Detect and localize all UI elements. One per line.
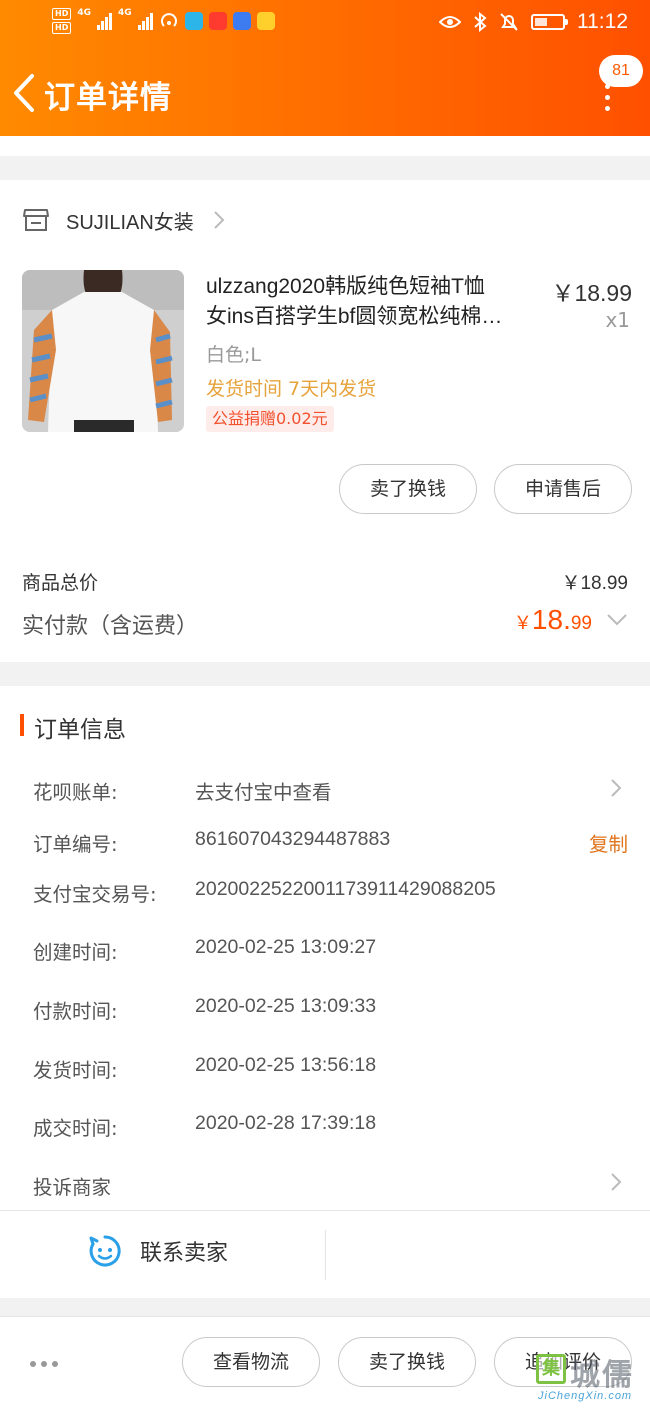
game-app-icon [256, 12, 275, 30]
top-strip [0, 136, 650, 156]
product-title-line2: 女ins百搭学生bf圆领宽松纯棉… [206, 305, 503, 328]
watermark-text: 城儒 [570, 1358, 634, 1393]
shipping-time: 发货时间 7天内发货 [206, 378, 377, 400]
chevron-right-icon[interactable] [610, 1172, 622, 1192]
order-number-value: 861607043294487883 [195, 828, 391, 850]
contact-seller-label: 联系卖家 [140, 1241, 229, 1266]
goods-total-label: 商品总价 [22, 572, 99, 594]
huabei-bill-value[interactable]: 去支付宝中查看 [195, 776, 332, 805]
paid-currency: ￥ [513, 613, 532, 633]
watermark: 集 城儒 JiChengXin.com [530, 1350, 650, 1408]
sell-for-cash-button[interactable]: 卖了换钱 [339, 464, 477, 514]
app-header: HD HD 4G 4G 11:12 订单详情 81 [0, 0, 650, 136]
more-actions-icon[interactable] [30, 1361, 58, 1367]
back-icon[interactable] [10, 72, 40, 114]
chevron-down-icon[interactable] [606, 612, 628, 628]
product-image[interactable] [22, 270, 184, 432]
product-title[interactable]: ulzzang2020韩版纯色短袖T恤 女ins百搭学生bf圆领宽松纯棉… [206, 272, 536, 332]
product-sku: 白色;L [206, 344, 261, 366]
huabei-bill-label: 花呗账单: [33, 781, 118, 804]
paid-decimal: 99 [570, 613, 592, 634]
alipay-trade-value: 2020022522001173911429088205 [195, 878, 496, 900]
complaint-link[interactable]: 投诉商家 [33, 1171, 111, 1200]
paid-time-value: 2020-02-25 13:09:33 [195, 995, 377, 1017]
shop-name[interactable]: SUJILIAN女装 [66, 206, 194, 235]
after-sale-button[interactable]: 申请售后 [494, 464, 632, 514]
chevron-right-icon[interactable] [610, 778, 622, 798]
order-number-label: 订单编号: [33, 833, 118, 856]
product-quantity: x1 [605, 308, 630, 332]
shop-header[interactable]: SUJILIAN女装 [22, 204, 226, 236]
shop-icon [23, 209, 49, 231]
hotspot-icon [160, 13, 177, 27]
hd-icon: HD [52, 22, 72, 34]
section-accent-bar [20, 714, 24, 736]
signal-icon-2 [137, 12, 153, 30]
view-logistics-button[interactable]: 查看物流 [182, 1337, 320, 1387]
completed-time-value: 2020-02-28 17:39:18 [195, 1112, 377, 1134]
video-app-icon [184, 12, 203, 30]
shipped-time-value: 2020-02-25 13:56:18 [195, 1054, 377, 1076]
hd-icon: HD [52, 8, 72, 20]
product-title-line1: ulzzang2020韩版纯色短袖T恤 [206, 275, 485, 298]
order-info-card: 订单信息 花呗账单: 去支付宝中查看 订单编号: 861607043294487… [0, 686, 650, 1298]
paid-time-label: 付款时间: [33, 1000, 118, 1023]
network-type-2: 4G [118, 8, 132, 18]
paid-amount-label: 实付款（含运费） [22, 614, 199, 639]
order-item-card: SUJILIAN女装 ulzzang2020韩版纯色短袖T恤 女ins百搭学生b… [0, 180, 650, 662]
status-left: HD HD 4G 4G [52, 8, 275, 34]
created-time-label: 创建时间: [33, 941, 118, 964]
completed-time-label: 成交时间: [33, 1117, 118, 1140]
goods-total-value: ￥18.99 [561, 573, 628, 594]
copy-button[interactable]: 复制 [589, 828, 628, 857]
status-bar: HD HD 4G 4G 11:12 [0, 0, 650, 48]
music-app-icon [232, 12, 251, 30]
network-type: 4G [77, 8, 91, 18]
sell-for-cash-button-bottom[interactable]: 卖了换钱 [338, 1337, 476, 1387]
watermark-logo: 集 [536, 1354, 566, 1384]
notification-badge[interactable]: 81 [599, 55, 643, 87]
signal-icon [97, 12, 112, 30]
clock: 11:12 [577, 10, 628, 33]
product-price: ￥18.99 [551, 280, 632, 306]
chevron-right-icon [214, 211, 225, 229]
eye-icon [439, 16, 461, 28]
status-right: 11:12 [439, 10, 628, 34]
vertical-divider [325, 1230, 326, 1280]
bluetooth-icon [474, 12, 487, 32]
contact-seller-button[interactable]: 联系卖家 [88, 1234, 228, 1268]
created-time-value: 2020-02-25 13:09:27 [195, 936, 377, 958]
charity-badge: 公益捐赠0.02元 [206, 406, 334, 432]
page-title: 订单详情 [44, 80, 172, 116]
alipay-trade-label: 支付宝交易号: [33, 883, 157, 906]
divider [0, 1210, 650, 1211]
mute-bell-icon [500, 13, 518, 31]
more-menu-icon[interactable] [596, 84, 618, 114]
watermark-url: JiChengXin.com [538, 1390, 633, 1402]
battery-icon [531, 14, 568, 30]
shipped-time-label: 发货时间: [33, 1059, 118, 1082]
chat-face-icon [89, 1235, 121, 1267]
section-title: 订单信息 [34, 717, 126, 743]
paid-integer: 18. [531, 604, 571, 635]
paid-amount-value: ￥18.99 [514, 604, 592, 636]
hd-indicators: HD HD [52, 8, 72, 34]
play-app-icon [208, 12, 227, 30]
